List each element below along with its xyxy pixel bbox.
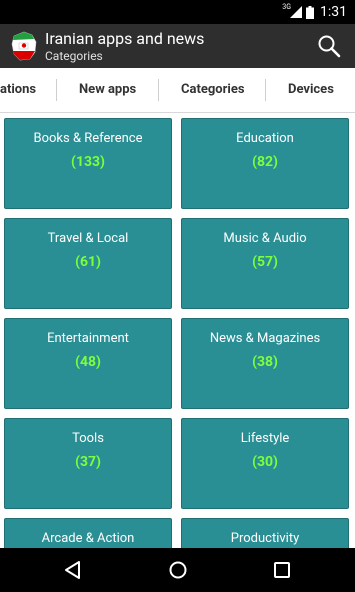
category-tile-education[interactable]: Education (82) (181, 118, 349, 209)
category-tile-music-audio[interactable]: Music & Audio (57) (181, 218, 349, 309)
category-name: Music & Audio (223, 231, 307, 246)
app-icon[interactable] (10, 30, 40, 62)
category-tile-books-reference[interactable]: Books & Reference (133) (4, 118, 172, 209)
screen-subtitle: Categories (45, 49, 103, 63)
category-count: (82) (252, 154, 278, 170)
network-type: 3G (282, 3, 291, 11)
category-tile-entertainment[interactable]: Entertainment (48) (4, 318, 172, 409)
category-grid: Books & Reference (133) Education (82) T… (0, 113, 355, 548)
category-name: News & Magazines (209, 331, 321, 346)
app-title: Iranian apps and news (45, 29, 205, 48)
tab-devices[interactable]: Devices (288, 68, 334, 112)
tab-new-apps[interactable]: New apps (79, 68, 136, 112)
iran-flag-map-icon (11, 31, 37, 61)
category-count: (38) (252, 354, 278, 370)
category-count: (48) (75, 354, 101, 370)
category-count: (57) (252, 254, 278, 270)
search-icon (318, 35, 341, 58)
status-bar: 3G 1:31 (0, 0, 355, 24)
tab-divider (265, 79, 266, 101)
category-name: Travel & Local (47, 231, 129, 246)
category-tile-tools[interactable]: Tools (37) (4, 418, 172, 509)
category-name: Tools (72, 431, 104, 446)
tab-divider (158, 79, 159, 101)
category-name: Entertainment (47, 331, 129, 346)
category-count: (61) (75, 254, 101, 270)
category-tile-news-magazines[interactable]: News & Magazines (38) (181, 318, 349, 409)
home-icon (169, 561, 187, 579)
search-button[interactable] (316, 33, 342, 59)
tab-bar: ations New apps Categories Devices (0, 68, 355, 113)
category-count: (37) (75, 454, 101, 470)
category-name: Arcade & Action (41, 531, 135, 546)
category-tile-travel-local[interactable]: Travel & Local (61) (4, 218, 172, 309)
tab-divider (56, 79, 57, 101)
recents-button[interactable] (270, 558, 294, 582)
cell-signal-icon: 3G (282, 3, 302, 18)
home-button[interactable] (166, 558, 190, 582)
category-name: Productivity (230, 531, 300, 546)
category-tile-lifestyle[interactable]: Lifestyle (30) (181, 418, 349, 509)
tab-applications[interactable]: ations (0, 68, 36, 112)
back-icon (65, 561, 80, 579)
category-tile-productivity[interactable]: Productivity (181, 518, 349, 548)
battery-icon (306, 5, 314, 19)
category-count: (30) (252, 454, 278, 470)
clock: 1:31 (320, 4, 347, 20)
action-bar: Iranian apps and news Categories (0, 24, 355, 68)
tab-categories[interactable]: Categories (181, 68, 245, 112)
system-navigation-bar (0, 548, 355, 592)
category-name: Books & Reference (33, 131, 143, 146)
category-name: Education (236, 131, 294, 146)
category-name: Lifestyle (240, 431, 290, 446)
category-count: (133) (71, 154, 105, 170)
category-tile-arcade-action[interactable]: Arcade & Action (4, 518, 172, 548)
back-button[interactable] (61, 558, 85, 582)
recents-icon (274, 562, 290, 578)
